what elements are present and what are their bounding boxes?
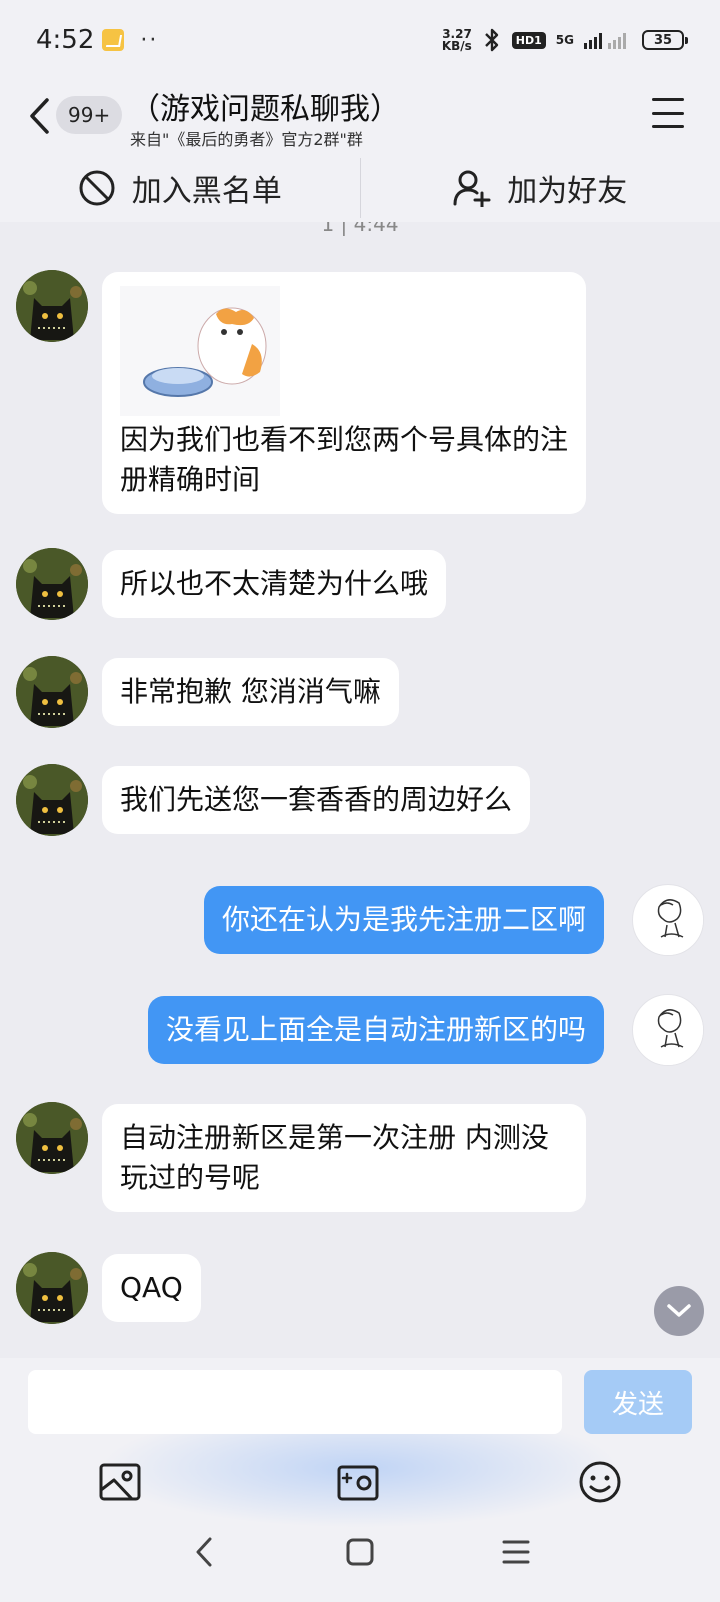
more-menu-button[interactable] bbox=[652, 98, 684, 128]
chat-header: 99+ （游戏问题私聊我） 来自"《最后的勇者》官方2群"群 bbox=[0, 80, 720, 154]
message-bubble[interactable]: 自动注册新区是第一次注册 内测没玩过的号呢 bbox=[102, 1104, 586, 1212]
back-nav-icon bbox=[196, 1537, 212, 1567]
home-nav-icon bbox=[346, 1538, 374, 1566]
emoji-icon bbox=[579, 1461, 621, 1503]
network-speed-unit: KB/s bbox=[441, 39, 472, 53]
unread-count-badge[interactable]: 99+ bbox=[56, 96, 123, 134]
black-cat-avatar-icon bbox=[16, 764, 88, 836]
avatar-me[interactable] bbox=[632, 994, 704, 1066]
message-input[interactable] bbox=[28, 1370, 562, 1434]
send-button[interactable]: 发送 bbox=[584, 1370, 692, 1434]
hamburger-icon bbox=[652, 98, 684, 101]
black-cat-avatar-icon bbox=[16, 548, 88, 620]
block-icon bbox=[79, 170, 115, 206]
status-indicators: 3.27 KB/s HD1 5G 35 bbox=[442, 27, 688, 53]
sketch-boy-avatar-icon bbox=[634, 886, 703, 955]
message-bubble[interactable]: 我们先送您一套香香的周边好么 bbox=[102, 766, 531, 834]
message-bubble[interactable]: 因为我们也看不到您两个号具体的注册精确时间 bbox=[102, 272, 586, 514]
chat-title: （游戏问题私聊我） bbox=[130, 92, 400, 127]
black-cat-avatar-icon bbox=[16, 270, 88, 342]
avatar-service-agent[interactable] bbox=[16, 1252, 88, 1324]
avatar-service-agent[interactable] bbox=[16, 548, 88, 620]
status-time: 4:52 bbox=[36, 25, 95, 55]
nav-home-button[interactable] bbox=[340, 1532, 380, 1572]
network-type-label: 5G bbox=[555, 33, 574, 47]
bluetooth-icon bbox=[482, 27, 502, 53]
block-user-label: 加入黑名单 bbox=[131, 174, 282, 209]
message-bubble[interactable]: 非常抱歉 您消消气嘛 bbox=[102, 658, 399, 726]
emoji-button[interactable] bbox=[576, 1458, 624, 1506]
nav-back-button[interactable] bbox=[184, 1532, 224, 1572]
avatar-service-agent[interactable] bbox=[16, 656, 88, 728]
hd-badge: HD1 bbox=[511, 31, 546, 49]
block-user-button[interactable]: 加入黑名单 bbox=[0, 154, 360, 222]
message-bubble[interactable]: 没看见上面全是自动注册新区的吗 bbox=[147, 996, 604, 1064]
message-bubble[interactable]: 你还在认为是我先注册二区啊 bbox=[203, 886, 604, 954]
stranger-action-bar: 加入黑名单 加为好友 bbox=[0, 154, 720, 222]
chevron-down-icon bbox=[667, 1304, 691, 1317]
image-icon bbox=[99, 1463, 141, 1501]
sketch-boy-avatar-icon bbox=[634, 996, 703, 1065]
back-button[interactable] bbox=[24, 94, 54, 138]
message-bubble[interactable]: 所以也不太清楚为什么哦 bbox=[102, 550, 447, 618]
chat-subtitle: 来自"《最后的勇者》官方2群"群 bbox=[130, 130, 363, 149]
camera-button[interactable] bbox=[334, 1458, 382, 1506]
avatar-service-agent[interactable] bbox=[16, 764, 88, 836]
avatar-service-agent[interactable] bbox=[16, 1102, 88, 1174]
cat-with-bowl-sticker[interactable] bbox=[120, 286, 280, 416]
nav-recents-button[interactable] bbox=[496, 1532, 536, 1572]
add-friend-label: 加为好友 bbox=[507, 174, 628, 209]
scroll-to-bottom-button[interactable] bbox=[654, 1286, 704, 1336]
black-cat-avatar-icon bbox=[16, 656, 88, 728]
message-list[interactable]: 1 | 4:44 因为我们也看不到您两个号具体的注册精确时间 所以也不太清楚为什… bbox=[0, 222, 720, 1358]
network-speed: 3.27 KB/s bbox=[442, 28, 472, 52]
black-cat-avatar-icon bbox=[16, 1102, 88, 1174]
add-friend-button[interactable]: 加为好友 bbox=[361, 154, 720, 222]
avatar-me[interactable] bbox=[632, 884, 704, 956]
camera-icon bbox=[337, 1465, 379, 1501]
message-bubble[interactable]: QAQ bbox=[102, 1254, 201, 1322]
status-more-dots: ·· bbox=[140, 27, 159, 53]
avatar-service-agent[interactable] bbox=[16, 270, 88, 342]
status-bar: 4:52 ·· 3.27 KB/s HD1 5G 35 bbox=[0, 0, 720, 80]
add-user-icon bbox=[453, 170, 491, 207]
message-text: 因为我们也看不到您两个号具体的注册精确时间 bbox=[120, 423, 569, 496]
recents-nav-icon bbox=[502, 1540, 530, 1564]
notes-app-icon bbox=[102, 29, 125, 51]
message-timestamp: 1 | 4:44 bbox=[321, 222, 399, 236]
signal-icon bbox=[584, 29, 632, 51]
system-nav-bar bbox=[0, 1500, 720, 1602]
chevron-left-icon bbox=[30, 98, 49, 134]
cat-sticker-icon bbox=[120, 286, 280, 416]
battery-indicator: 35 bbox=[642, 30, 688, 50]
black-cat-avatar-icon bbox=[16, 1252, 88, 1324]
photo-button[interactable] bbox=[96, 1458, 144, 1506]
